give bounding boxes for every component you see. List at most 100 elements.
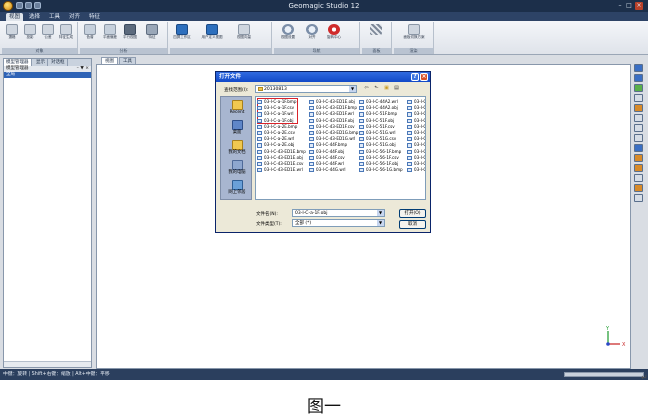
look-in-dropdown[interactable]: 20130813 ▼: [255, 85, 357, 93]
file-name: 03-I-C-43-ED1G.bmp: [316, 129, 359, 135]
close-icon[interactable]: ×: [420, 73, 428, 81]
file-name: 03-I-C-a-2E.csv: [264, 129, 295, 135]
model-manager-panel: 模型管理器 显示 对话框 模型管理器 – ▼ × 全局: [3, 58, 92, 368]
ribbon-button[interactable]: 用户定义视图: [202, 24, 223, 46]
file-item[interactable]: 03-I-C-: [407, 167, 426, 173]
minimize-button[interactable]: –: [616, 2, 624, 10]
ribbon-button[interactable]: 对齐: [304, 24, 320, 46]
ribbon-button[interactable]: [368, 24, 384, 46]
ribbon-group-label: 分析: [80, 48, 167, 54]
dialog-title: 打开文件: [219, 74, 242, 80]
place-desktop[interactable]: 桌面: [221, 120, 253, 136]
help-icon[interactable]: ?: [411, 73, 419, 81]
place-my-computer[interactable]: 我的电脑: [221, 160, 253, 176]
file-name: 03-I-C-: [414, 154, 426, 160]
view-vector-icon: [238, 24, 250, 35]
up-folder-icon[interactable]: ⬑: [373, 85, 380, 92]
iso-view-icon[interactable]: [634, 174, 643, 182]
back-icon[interactable]: ⇦: [363, 85, 370, 92]
measure-icon[interactable]: [634, 194, 643, 202]
tab-select[interactable]: 选择: [26, 13, 43, 21]
panel-scrollbar[interactable]: [4, 361, 91, 367]
ribbon-group-label: 导航: [274, 48, 359, 54]
chevron-down-icon[interactable]: ▼: [377, 220, 384, 226]
top-view-icon[interactable]: [634, 154, 643, 162]
chevron-down-icon[interactable]: ▼: [377, 210, 384, 216]
hatch-panel-icon: [370, 24, 382, 35]
ribbon-group-panels: 面板: [362, 22, 392, 54]
lasso-icon[interactable]: [634, 134, 643, 142]
side-view-icon[interactable]: [634, 164, 643, 172]
file-icon: [359, 161, 364, 167]
place-network[interactable]: 网上邻居: [221, 180, 253, 196]
shade-icon[interactable]: [634, 84, 643, 92]
view-menu-icon[interactable]: ▤: [393, 85, 400, 92]
ribbon-button[interactable]: 旋转中心: [326, 24, 342, 46]
dialog-title-bar: 打开文件 ? ×: [216, 72, 430, 82]
place-my-documents[interactable]: 我的文档: [221, 140, 253, 156]
axis-triad: Y X: [605, 326, 626, 348]
front-view-icon[interactable]: [634, 144, 643, 152]
ribbon-button[interactable]: 平面偏差: [102, 24, 118, 46]
file-icon: [309, 112, 314, 117]
tab-align[interactable]: 对齐: [66, 13, 83, 21]
file-icon: [257, 149, 262, 154]
file-icon: [309, 143, 314, 148]
color-map-icon: [84, 24, 96, 35]
file-item[interactable]: 03-I-C-56-1G.bmp: [359, 167, 403, 173]
ribbon-button[interactable]: 特征生成: [58, 24, 74, 46]
file-name: 03-I-C-: [414, 167, 426, 173]
tab-view[interactable]: 视图: [6, 13, 24, 21]
file-item[interactable]: 03-I-C-43-ED1E.wrl: [257, 167, 306, 173]
app-window: Geomagic Studio 12 – □ × 视图 选择 工具 对齐 特征 …: [0, 0, 648, 380]
file-name: 03-I-C-a-1F.obj: [264, 117, 294, 123]
ribbon-button[interactable]: 四屏工作区: [173, 24, 191, 46]
zoom-icon: [282, 24, 294, 35]
ribbon-button[interactable]: 平行视图: [122, 24, 138, 46]
file-icon: [309, 100, 314, 105]
open-button[interactable]: 打开(O): [399, 209, 426, 218]
ribbon-button[interactable]: 色谱: [82, 24, 98, 46]
tab-model-manager[interactable]: 模型管理器: [4, 59, 32, 66]
file-name: 03-I-C-43-ED1E.bmp: [264, 148, 306, 154]
tree-item-global[interactable]: 全局: [4, 72, 91, 78]
section-icon[interactable]: [634, 184, 643, 192]
file-item[interactable]: 03-I-C-44G.wrl: [309, 167, 358, 173]
file-name: 03-I-C-44G.wrl: [316, 167, 346, 173]
ribbon-button[interactable]: 面板切换方案: [404, 24, 425, 46]
ribbon-button[interactable]: 视图设置: [280, 24, 296, 46]
tab-tools[interactable]: 工具: [46, 13, 63, 21]
file-name: 03-I-C-: [414, 117, 426, 123]
file-icon: [407, 155, 412, 160]
ribbon-button[interactable]: 视图向量: [236, 24, 252, 46]
close-window-button[interactable]: ×: [635, 2, 643, 10]
tab-display[interactable]: 显示: [34, 59, 48, 66]
select-icon[interactable]: [634, 124, 643, 132]
places-bar: Recent 桌面 我的文档 我的电脑 网上邻居: [220, 96, 252, 200]
maximize-button[interactable]: □: [625, 2, 633, 10]
ribbon-button[interactable]: 特征: [144, 24, 160, 46]
file-name: 03-I-C-43-ED1F.wrl: [316, 111, 354, 117]
file-icon: [309, 130, 314, 136]
place-recent[interactable]: Recent: [221, 100, 253, 116]
tab-viewport[interactable]: 视图: [101, 57, 118, 64]
view-cube-icon[interactable]: [634, 64, 643, 72]
tab-dialog[interactable]: 对话框: [49, 59, 68, 66]
light-icon[interactable]: [634, 104, 643, 112]
ribbon-group-label: 面板: [362, 48, 391, 54]
new-folder-icon[interactable]: ▣: [383, 85, 390, 92]
cancel-button[interactable]: 取消: [399, 220, 426, 229]
chevron-down-icon[interactable]: ▼: [349, 86, 356, 92]
filename-input[interactable]: 03-I-C-a-1F.obj ▼: [292, 209, 385, 217]
file-icon: [407, 149, 412, 154]
fit-view-icon[interactable]: [634, 74, 643, 82]
file-list[interactable]: 03-I-C-a-1F.bmp 03-I-C-a-1F.csv 03-I-C-a-1…: [255, 96, 426, 200]
wireframe-icon[interactable]: [634, 94, 643, 102]
file-icon: [359, 106, 364, 111]
file-icon: [309, 168, 314, 173]
filetype-dropdown[interactable]: 全部 (*) ▼: [292, 219, 385, 227]
file-icon: [359, 149, 364, 154]
tab-tools-view[interactable]: 工具: [119, 57, 136, 64]
tab-features[interactable]: 特征: [86, 13, 103, 21]
points-icon[interactable]: [634, 114, 643, 122]
